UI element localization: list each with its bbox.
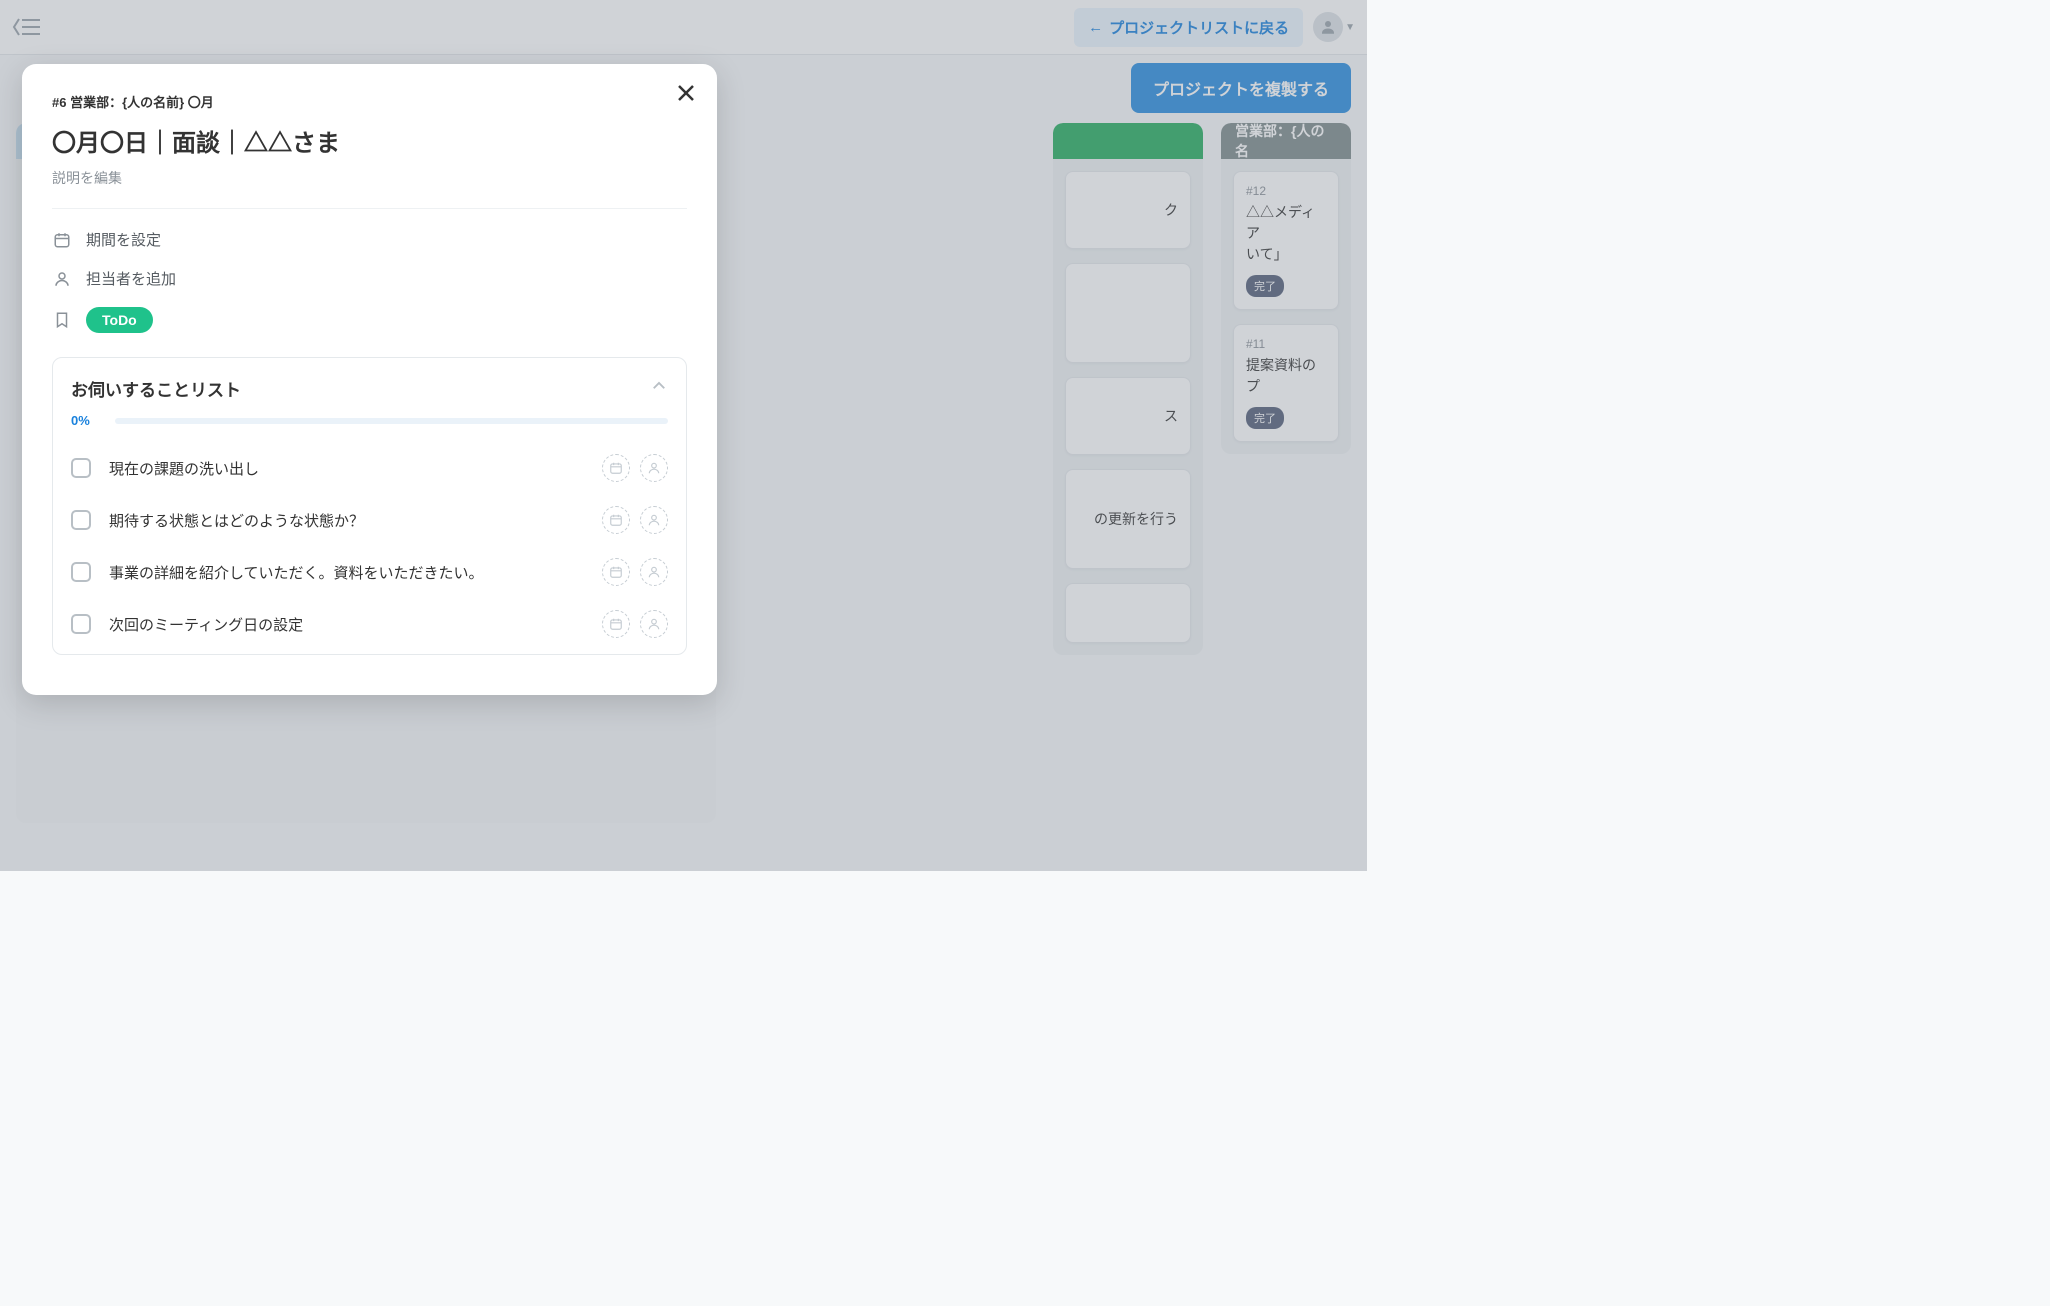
set-item-date-button[interactable]	[602, 558, 630, 586]
bookmark-icon	[52, 310, 72, 330]
checklist-item: 次回のミーティング日の設定	[71, 598, 668, 650]
set-item-assignee-button[interactable]	[640, 610, 668, 638]
checklist-title: お伺いすることリスト	[71, 376, 241, 401]
checklist-checkbox[interactable]	[71, 510, 91, 530]
set-item-assignee-button[interactable]	[640, 558, 668, 586]
status-row[interactable]: ToDo	[52, 307, 687, 333]
set-period-button[interactable]: 期間を設定	[52, 229, 687, 250]
modal-overlay[interactable]: #6 営業部：{人の名前} 〇月 〇月〇日｜面談｜△△さま 説明を編集 期間を設…	[0, 0, 1367, 871]
checklist-item: 現在の課題の洗い出し	[71, 442, 668, 494]
checklist-checkbox[interactable]	[71, 458, 91, 478]
breadcrumb: #6 営業部：{人の名前} 〇月	[52, 92, 687, 111]
close-icon	[676, 83, 696, 103]
set-item-date-button[interactable]	[602, 506, 630, 534]
set-item-date-button[interactable]	[602, 610, 630, 638]
status-pill: ToDo	[86, 307, 153, 333]
collapse-checklist-button[interactable]	[650, 377, 668, 400]
checklist-item: 期待する状態とはどのような状態か？	[71, 494, 668, 546]
set-item-assignee-button[interactable]	[640, 454, 668, 482]
progress-bar	[115, 418, 668, 424]
add-assignee-button[interactable]: 担当者を追加	[52, 268, 687, 289]
edit-description[interactable]: 説明を編集	[52, 168, 687, 209]
task-detail-modal: #6 営業部：{人の名前} 〇月 〇月〇日｜面談｜△△さま 説明を編集 期間を設…	[22, 64, 717, 695]
checklist-progress: 0%	[71, 413, 668, 428]
checklist: お伺いすることリスト 0% 現在の課題の洗い出し 期待する状態とはどのよう	[52, 357, 687, 655]
set-item-date-button[interactable]	[602, 454, 630, 482]
calendar-icon	[52, 230, 72, 250]
checklist-checkbox[interactable]	[71, 614, 91, 634]
close-button[interactable]	[671, 78, 701, 108]
set-item-assignee-button[interactable]	[640, 506, 668, 534]
user-icon	[52, 269, 72, 289]
checklist-checkbox[interactable]	[71, 562, 91, 582]
task-title[interactable]: 〇月〇日｜面談｜△△さま	[52, 123, 687, 158]
checklist-item: 事業の詳細を紹介していただく。資料をいただきたい。	[71, 546, 668, 598]
chevron-up-icon	[650, 377, 668, 395]
task-meta: 期間を設定 担当者を追加 ToDo	[52, 209, 687, 347]
